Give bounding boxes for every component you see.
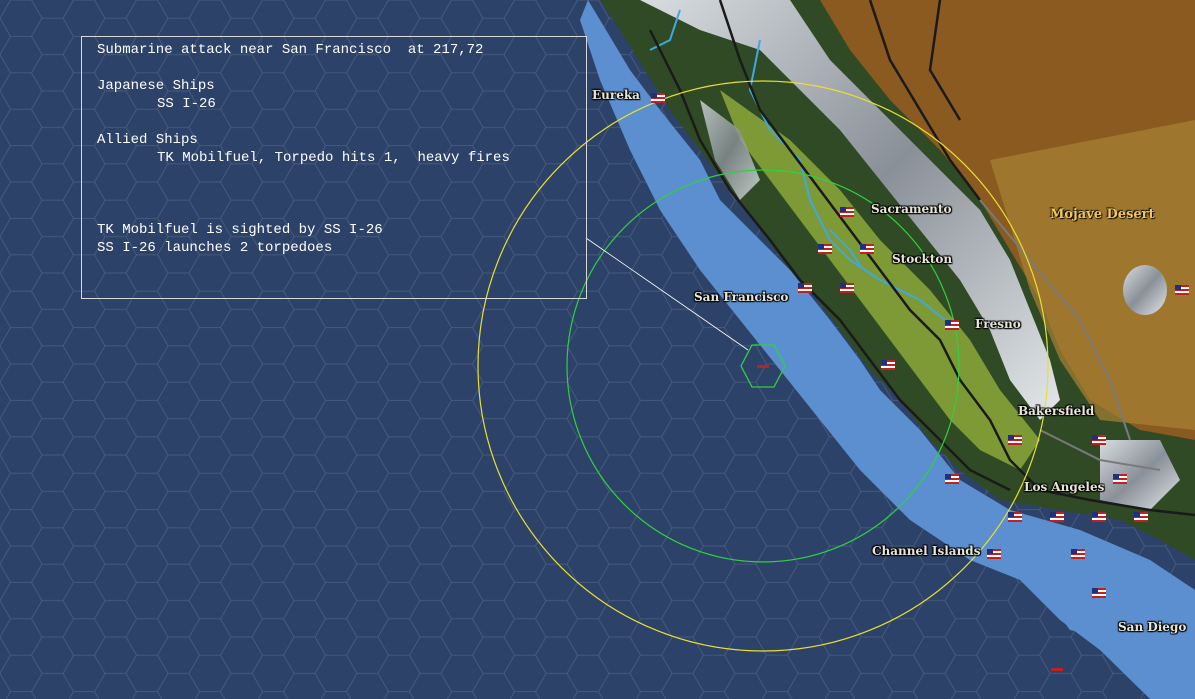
region-label-channel-islands: Channel Islands xyxy=(872,544,981,558)
city-label-fresno[interactable]: Fresno xyxy=(975,317,1021,331)
us-flag-icon xyxy=(1092,435,1106,445)
us-flag-icon xyxy=(945,474,959,484)
city-label-sacramento[interactable]: Sacramento xyxy=(871,202,951,216)
city-label-eureka[interactable]: Eureka xyxy=(592,88,640,102)
us-flag-icon xyxy=(651,93,665,103)
us-flag-icon xyxy=(860,244,874,254)
us-flag-icon xyxy=(1008,512,1022,522)
us-flag-icon xyxy=(798,283,812,293)
us-flag-icon xyxy=(818,244,832,254)
region-label-mojave-desert: Mojave Desert xyxy=(1050,207,1155,222)
report-spacer xyxy=(97,113,586,131)
report-event-line: TK Mobilfuel is sighted by SS I-26 xyxy=(97,222,383,238)
allied-ship-entry: TK Mobilfuel, Torpedo hits 1, heavy fire… xyxy=(157,150,510,166)
report-spacer xyxy=(97,167,586,185)
us-flag-icon xyxy=(881,360,895,370)
us-flag-icon xyxy=(945,320,959,330)
city-label-san-diego[interactable]: San Diego xyxy=(1118,620,1186,634)
us-flag-icon xyxy=(1071,549,1085,559)
combat-report-panel: Submarine attack near San Francisco at 2… xyxy=(81,36,587,299)
submarine-icon[interactable] xyxy=(757,365,769,368)
us-flag-icon xyxy=(1092,588,1106,598)
city-label-bakersfield[interactable]: Bakersfield xyxy=(1018,404,1094,418)
us-flag-icon xyxy=(1134,512,1148,522)
us-flag-icon xyxy=(1092,512,1106,522)
report-title: Submarine attack near San Francisco at 2… xyxy=(97,42,484,58)
us-flag-icon xyxy=(840,207,854,217)
japanese-ship-entry: SS I-26 xyxy=(157,96,216,112)
city-label-stockton[interactable]: Stockton xyxy=(892,252,952,266)
us-flag-icon xyxy=(987,549,1001,559)
japanese-ships-header: Japanese Ships xyxy=(97,78,215,94)
report-event-line: SS I-26 launches 2 torpedoes xyxy=(97,240,333,256)
city-label-los-angeles[interactable]: Los Angeles xyxy=(1024,480,1104,494)
us-flag-icon xyxy=(1113,474,1127,484)
us-flag-icon xyxy=(840,283,854,293)
report-spacer xyxy=(97,203,586,221)
us-flag-icon xyxy=(1175,285,1189,295)
us-flag-icon xyxy=(1050,512,1064,522)
ship-icon-south[interactable] xyxy=(1051,668,1063,671)
mountain-patch xyxy=(1123,265,1167,315)
city-label-san-francisco[interactable]: San Francisco xyxy=(694,290,788,304)
allied-ships-header: Allied Ships xyxy=(97,132,198,148)
report-spacer xyxy=(97,185,586,203)
report-spacer xyxy=(97,59,586,77)
us-flag-icon xyxy=(1008,435,1022,445)
